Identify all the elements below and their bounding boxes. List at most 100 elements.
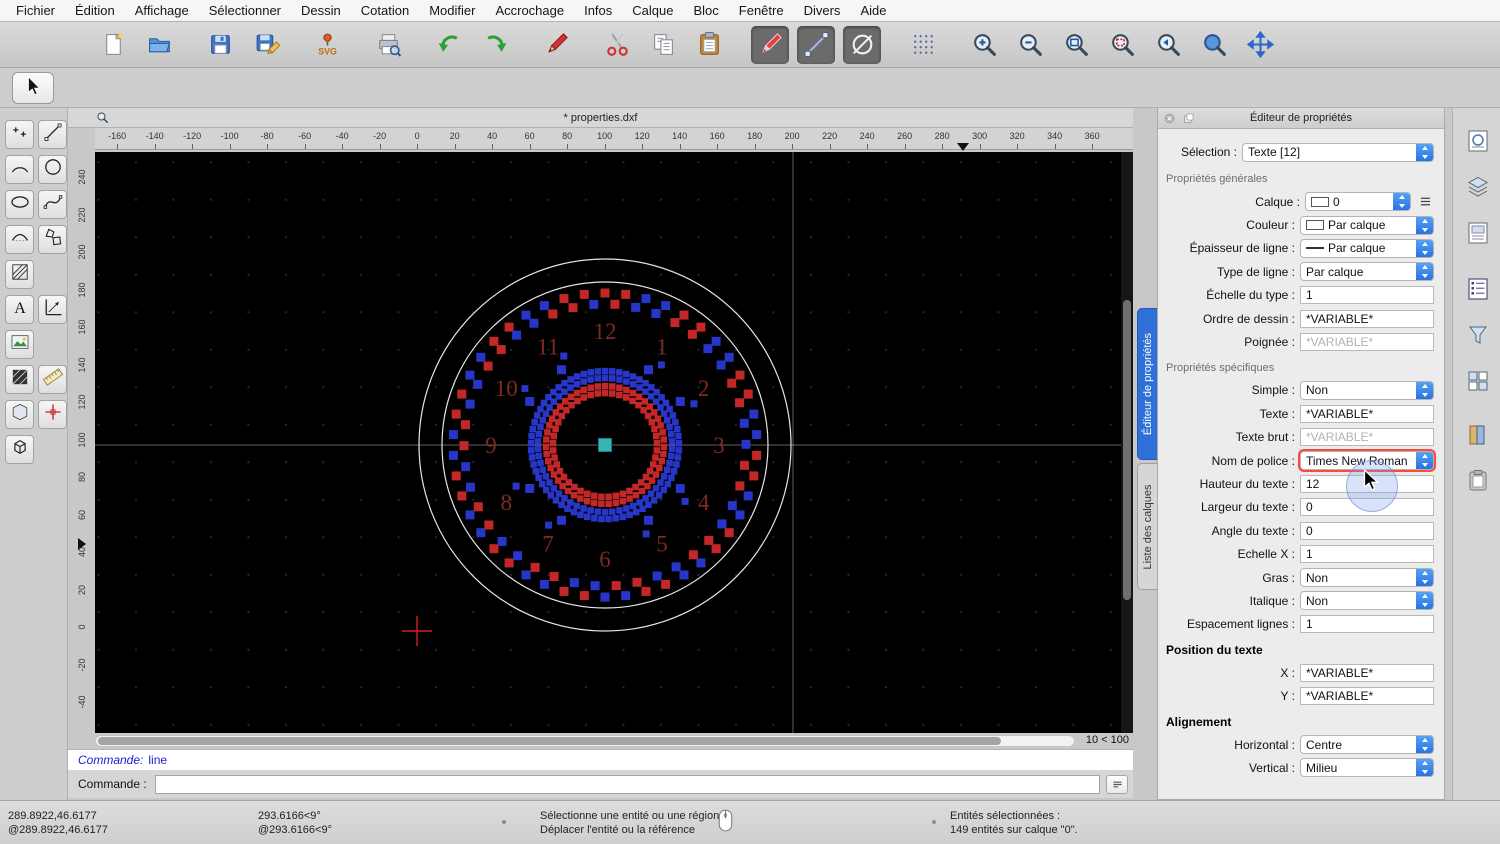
panel-detach-button[interactable] <box>1182 112 1195 125</box>
panel-tab-liste-des-calques[interactable]: Liste des calques <box>1137 463 1157 590</box>
menu-accrochage[interactable]: Accrochage <box>485 0 574 22</box>
grid-toggle-button[interactable] <box>904 26 942 64</box>
panel-tab-editeur-de-proprietes[interactable]: Éditeur de propriétés <box>1137 308 1157 460</box>
image-tool-button[interactable] <box>5 330 34 359</box>
epaisseur-de-ligne-dropdown[interactable]: Par calque <box>1300 239 1434 258</box>
undo-button[interactable] <box>430 26 468 64</box>
y-field[interactable]: *VARIABLE* <box>1300 687 1434 705</box>
layer-menu-button[interactable] <box>1416 194 1434 210</box>
angle-du-texte-field[interactable]: 0 <box>1300 522 1434 540</box>
edit-pen-button[interactable] <box>537 26 575 64</box>
circle-tool-button[interactable] <box>38 155 67 184</box>
open-folder-button[interactable] <box>140 26 178 64</box>
curve-tool-button[interactable] <box>5 225 34 254</box>
line-tool-icon <box>42 121 64 148</box>
selection-dropdown[interactable]: Texte [12] <box>1242 143 1434 162</box>
blocks-panel-button[interactable] <box>1461 220 1495 250</box>
menu-fichier[interactable]: Fichier <box>6 0 65 22</box>
views-panel-button[interactable] <box>1461 368 1495 398</box>
print-preview-button[interactable] <box>369 26 407 64</box>
hatch-tool-button[interactable] <box>5 260 34 289</box>
arc-tool-button[interactable] <box>5 155 34 184</box>
filter-panel-button[interactable] <box>1461 322 1495 352</box>
pattern-tool-button[interactable] <box>5 365 34 394</box>
paste-button[interactable] <box>690 26 728 64</box>
menu-cotation[interactable]: Cotation <box>351 0 419 22</box>
save-button[interactable] <box>201 26 239 64</box>
horizontal-scrollbar-thumb[interactable] <box>98 737 1001 745</box>
selection-tool-button[interactable] <box>12 72 54 104</box>
simple-dropdown[interactable]: Non <box>1300 381 1434 400</box>
menu-selectionner[interactable]: Sélectionner <box>199 0 291 22</box>
menu-fenetre[interactable]: Fenêtre <box>729 0 794 22</box>
italique-dropdown[interactable]: Non <box>1300 591 1434 610</box>
menu-divers[interactable]: Divers <box>794 0 851 22</box>
horizontal-dropdown[interactable]: Centre <box>1300 735 1434 754</box>
measure-tool-button[interactable] <box>38 365 67 394</box>
zoom-previous-button[interactable] <box>1149 26 1187 64</box>
stepper-icon <box>1416 216 1433 235</box>
clipboard-panel-button[interactable] <box>1461 468 1495 498</box>
ellipse-tool-button[interactable] <box>5 190 34 219</box>
texte-brut-field[interactable]: *VARIABLE* <box>1300 428 1434 446</box>
poignee-field[interactable]: *VARIABLE* <box>1300 333 1434 351</box>
echelle-x-field[interactable]: 1 <box>1300 545 1434 563</box>
zoom-auto-button[interactable] <box>1057 26 1095 64</box>
zoom-selection-button[interactable] <box>1103 26 1141 64</box>
svg-export-button[interactable]: SVG <box>308 26 346 64</box>
ordre-de-dessin-field[interactable]: *VARIABLE* <box>1300 310 1434 328</box>
command-expand-button[interactable] <box>1106 775 1128 794</box>
library-panel-button[interactable] <box>1461 422 1495 452</box>
points-tool-button[interactable] <box>5 120 34 149</box>
pan-button[interactable] <box>1241 26 1279 64</box>
vertical-dropdown[interactable]: Milieu <box>1300 758 1434 777</box>
menu-edition[interactable]: Édition <box>65 0 125 22</box>
calque-dropdown[interactable]: 0 <box>1305 192 1411 211</box>
box-tool-button[interactable] <box>5 435 34 464</box>
dimension-tool-button[interactable] <box>38 295 67 324</box>
line-tool-button[interactable] <box>38 120 67 149</box>
command-input[interactable] <box>155 775 1100 794</box>
properties-panel-button[interactable] <box>1461 276 1495 306</box>
cut-button[interactable] <box>598 26 636 64</box>
menu-dessin[interactable]: Dessin <box>291 0 351 22</box>
horizontal-scrollbar[interactable] <box>95 735 1075 747</box>
save-as-button[interactable] <box>247 26 285 64</box>
line-mode-button[interactable] <box>797 26 835 64</box>
vertical-scrollbar[interactable] <box>1121 152 1133 733</box>
x-label: X : <box>1162 666 1300 680</box>
zoom-window-button[interactable] <box>1195 26 1233 64</box>
drawing-canvas[interactable]: 121234567891011 <box>95 152 1121 733</box>
type-de-ligne-dropdown[interactable]: Par calque <box>1300 262 1434 281</box>
menu-bloc[interactable]: Bloc <box>683 0 728 22</box>
draw-pen-button[interactable] <box>751 26 789 64</box>
zoom-out-button[interactable] <box>1011 26 1049 64</box>
shape-tool-button[interactable] <box>5 400 34 429</box>
ruler-tick <box>1017 144 1018 149</box>
circle-mode-button[interactable] <box>843 26 881 64</box>
zoom-in-button[interactable] <box>965 26 1003 64</box>
espacement-lignes-field[interactable]: 1 <box>1300 615 1434 633</box>
drawing-panel-button[interactable] <box>1461 128 1495 158</box>
echelle-du-type-field[interactable]: 1 <box>1300 286 1434 304</box>
menu-calque[interactable]: Calque <box>622 0 683 22</box>
ruler-tick-label: -40 <box>77 687 87 717</box>
menu-infos[interactable]: Infos <box>574 0 622 22</box>
polygon-tool-button[interactable] <box>38 225 67 254</box>
panel-close-button[interactable] <box>1163 112 1176 125</box>
menu-aide[interactable]: Aide <box>850 0 896 22</box>
snap-tool-button[interactable] <box>38 400 67 429</box>
menu-modifier[interactable]: Modifier <box>419 0 485 22</box>
menu-affichage[interactable]: Affichage <box>125 0 199 22</box>
spline-tool-button[interactable] <box>38 190 67 219</box>
x-field[interactable]: *VARIABLE* <box>1300 664 1434 682</box>
copy-button[interactable] <box>644 26 682 64</box>
new-file-button[interactable] <box>94 26 132 64</box>
text-tool-button[interactable]: A <box>5 295 34 324</box>
redo-button[interactable] <box>476 26 514 64</box>
texte-field[interactable]: *VARIABLE* <box>1300 405 1434 423</box>
gras-dropdown[interactable]: Non <box>1300 568 1434 587</box>
layers-panel-button[interactable] <box>1461 174 1495 204</box>
couleur-dropdown[interactable]: Par calque <box>1300 216 1434 235</box>
vertical-scrollbar-thumb[interactable] <box>1123 300 1131 600</box>
